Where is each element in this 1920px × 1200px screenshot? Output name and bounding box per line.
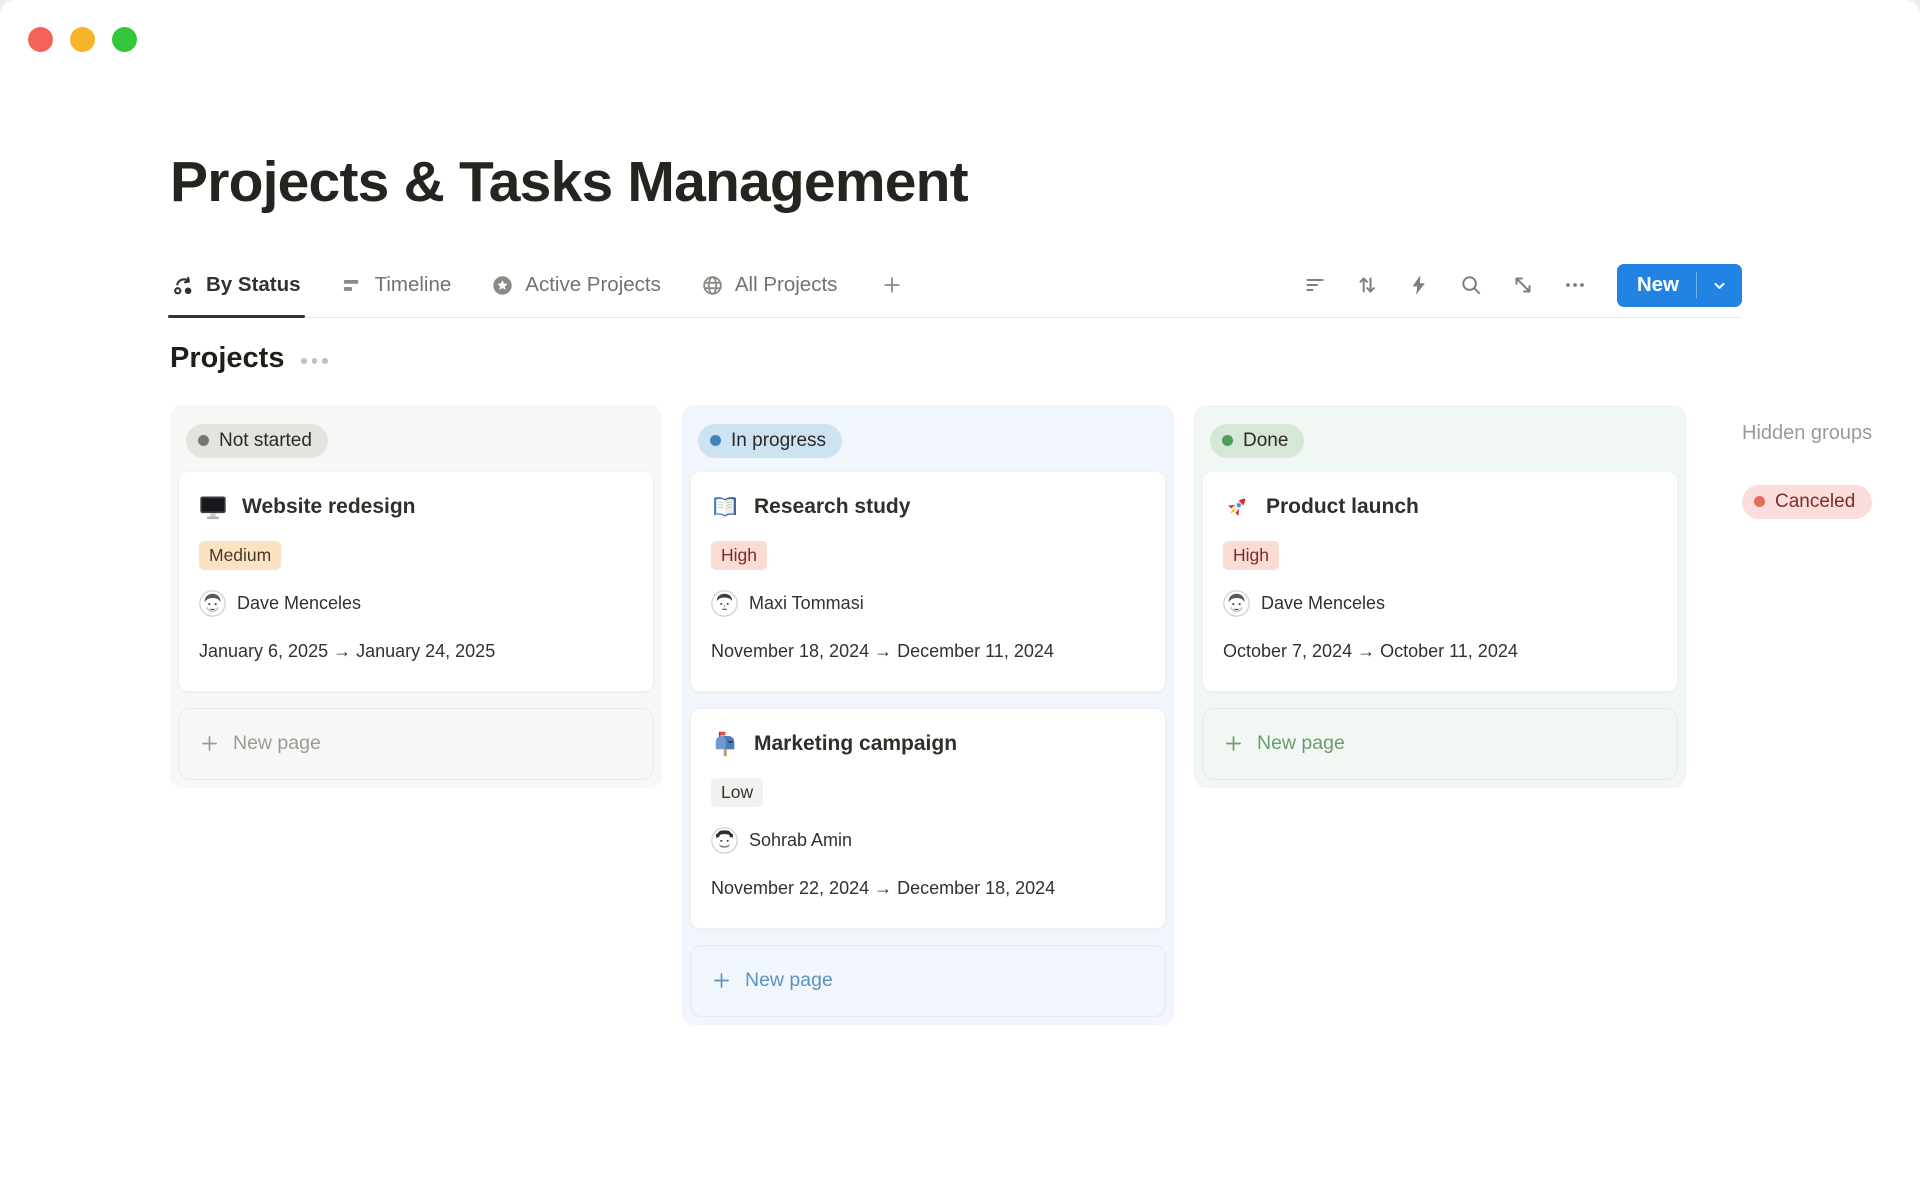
tab-label: By Status <box>206 273 301 297</box>
status-label: Not started <box>219 430 312 452</box>
date-range: October 7, 2024 → October 11, 2024 <box>1223 638 1643 665</box>
status-dot <box>1754 496 1765 507</box>
assignee-name: Maxi Tommasi <box>749 593 864 614</box>
new-page-button[interactable]: New page <box>1202 708 1678 780</box>
plus-icon <box>199 733 220 754</box>
view-tab-bar: By Status Timeline Active Projects <box>170 254 1742 318</box>
card-title: Product launch <box>1266 495 1419 519</box>
new-button[interactable]: New <box>1617 264 1742 307</box>
status-label: Canceled <box>1775 491 1855 513</box>
status-dot <box>1222 435 1233 446</box>
window-controls <box>28 27 137 52</box>
filter-icon <box>1303 273 1327 297</box>
status-pill-done[interactable]: Done <box>1210 424 1304 458</box>
new-button-label[interactable]: New <box>1617 273 1696 297</box>
bolt-icon <box>1407 273 1431 297</box>
column-header: Not started <box>178 413 654 471</box>
plus-icon <box>711 970 732 991</box>
more-options-button[interactable] <box>1557 267 1594 304</box>
new-page-button[interactable]: New page <box>178 708 654 780</box>
zoom-window-button[interactable] <box>112 27 137 52</box>
section-more-icon[interactable] <box>301 352 328 364</box>
status-label: In progress <box>731 430 826 452</box>
avatar <box>711 827 738 854</box>
more-icon <box>1563 273 1587 297</box>
project-card-research-study[interactable]: Research study High <box>690 471 1166 692</box>
app-window: Projects & Tasks Management By Status Ti… <box>0 0 1920 1200</box>
tab-all-projects[interactable]: All Projects <box>699 254 840 317</box>
tab-by-status[interactable]: By Status <box>170 254 303 317</box>
plus-icon <box>1223 733 1244 754</box>
status-label: Done <box>1243 430 1288 452</box>
add-view-button[interactable] <box>875 268 909 302</box>
chevron-down-icon <box>1710 276 1729 295</box>
priority-badge-high: High <box>711 541 767 570</box>
sort-button[interactable] <box>1349 267 1386 304</box>
priority-badge-high: High <box>1223 541 1279 570</box>
status-dot <box>710 435 721 446</box>
timeline-bars-icon <box>341 274 364 297</box>
project-card-product-launch[interactable]: Product launch High <box>1202 471 1678 692</box>
expand-icon <box>1511 273 1535 297</box>
card-title: Marketing campaign <box>754 732 957 756</box>
status-pill-not-started[interactable]: Not started <box>186 424 328 458</box>
status-pill-in-progress[interactable]: In progress <box>698 424 842 458</box>
view-actions: New <box>1297 264 1742 307</box>
tab-timeline[interactable]: Timeline <box>339 254 454 317</box>
star-circle-icon <box>491 274 514 297</box>
new-page-button[interactable]: New page <box>690 945 1166 1017</box>
column-done: Done <box>1194 405 1686 788</box>
filter-button[interactable] <box>1297 267 1334 304</box>
open-book-emoji <box>711 493 739 521</box>
sort-icon <box>1355 273 1379 297</box>
new-button-dropdown[interactable] <box>1697 276 1742 295</box>
avatar <box>199 590 226 617</box>
hidden-groups-panel: Hidden groups Canceled <box>1742 405 1920 519</box>
section-title: Projects <box>170 342 284 375</box>
tab-label: All Projects <box>735 273 838 297</box>
column-not-started: Not started Website red <box>170 405 662 788</box>
section-header: Projects <box>170 342 1742 375</box>
search-icon <box>1459 273 1483 297</box>
column-in-progress: In progress <box>682 405 1174 1025</box>
card-title: Research study <box>754 495 910 519</box>
avatar <box>1223 590 1250 617</box>
status-flow-icon <box>172 274 195 297</box>
rocket-emoji <box>1223 493 1251 521</box>
card-title: Website redesign <box>242 495 416 519</box>
hidden-groups-label: Hidden groups <box>1742 422 1920 445</box>
plus-icon <box>881 274 903 296</box>
date-range: January 6, 2025 → January 24, 2025 <box>199 638 619 665</box>
mailbox-emoji <box>711 730 739 758</box>
column-header: Done <box>1202 413 1678 471</box>
automations-button[interactable] <box>1401 267 1438 304</box>
tab-active-projects[interactable]: Active Projects <box>489 254 663 317</box>
search-button[interactable] <box>1453 267 1490 304</box>
globe-icon <box>701 274 724 297</box>
close-window-button[interactable] <box>28 27 53 52</box>
tab-label: Active Projects <box>525 273 661 297</box>
column-header: In progress <box>690 413 1166 471</box>
date-range: November 22, 2024 → December 18, 2024 <box>711 875 1131 902</box>
kanban-board: Not started Website red <box>170 405 1742 1025</box>
desktop-computer-emoji <box>199 493 227 521</box>
avatar <box>711 590 738 617</box>
expand-button[interactable] <box>1505 267 1542 304</box>
new-page-label: New page <box>1257 732 1345 755</box>
page-title: Projects & Tasks Management <box>170 150 1742 216</box>
date-range: November 18, 2024 → December 11, 2024 <box>711 638 1131 665</box>
project-card-marketing-campaign[interactable]: Marketing campaign Low <box>690 708 1166 929</box>
assignee-name: Dave Menceles <box>237 593 361 614</box>
new-page-label: New page <box>233 732 321 755</box>
assignee-name: Sohrab Amin <box>749 830 852 851</box>
status-dot <box>198 435 209 446</box>
status-pill-canceled[interactable]: Canceled <box>1742 485 1872 519</box>
minimize-window-button[interactable] <box>70 27 95 52</box>
tab-label: Timeline <box>375 273 452 297</box>
assignee-name: Dave Menceles <box>1261 593 1385 614</box>
new-page-label: New page <box>745 969 833 992</box>
priority-badge-medium: Medium <box>199 541 281 570</box>
project-card-website-redesign[interactable]: Website redesign Medium <box>178 471 654 692</box>
priority-badge-low: Low <box>711 778 763 807</box>
